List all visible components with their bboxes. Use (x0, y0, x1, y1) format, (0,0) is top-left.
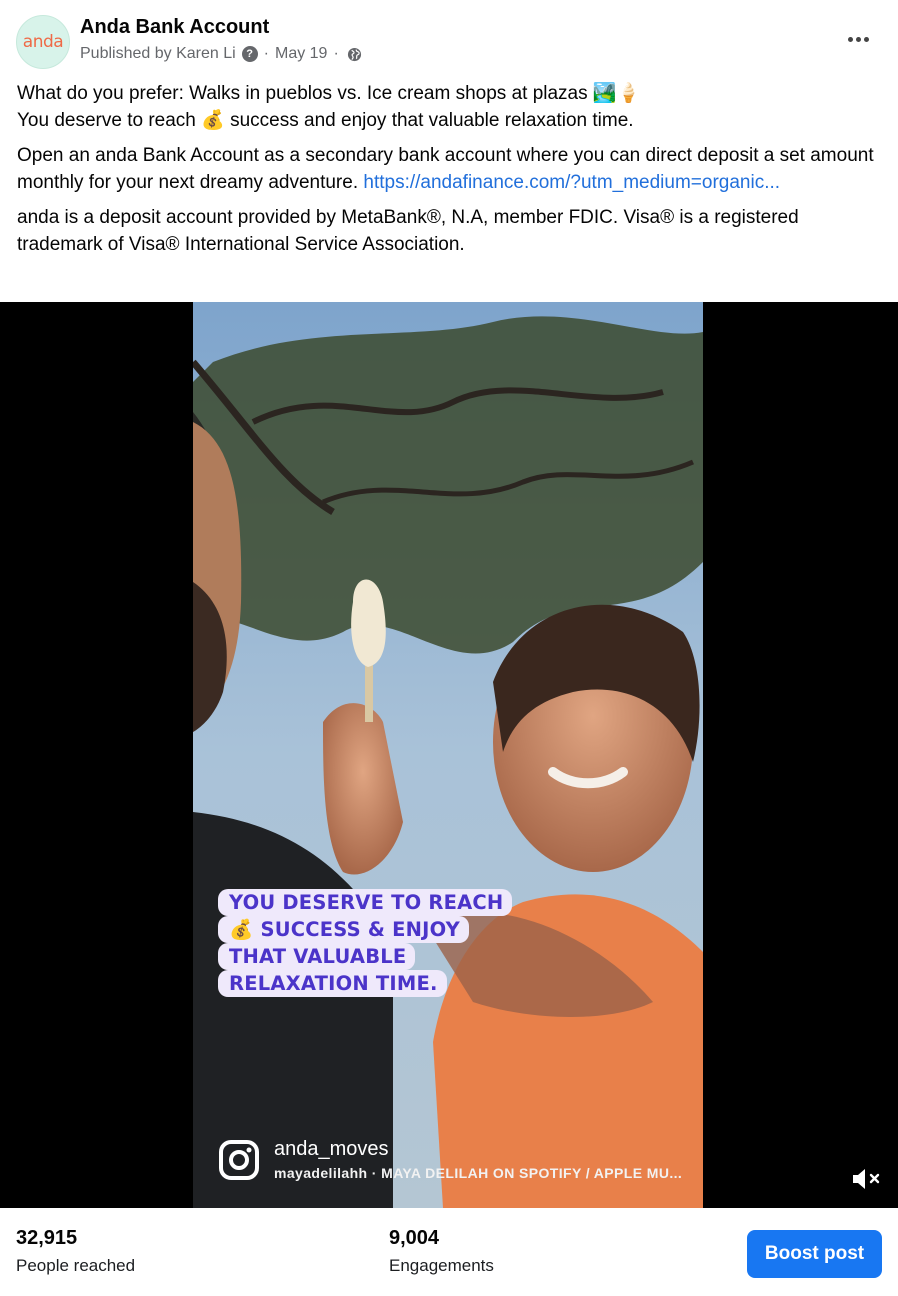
video-frame[interactable]: YOU DESERVE TO REACH 💰 SUCCESS & ENJOY T… (193, 302, 703, 1208)
music-credit: mayadelilahh · MAYA DELILAH ON SPOTIFY /… (274, 1165, 683, 1181)
video-player[interactable]: YOU DESERVE TO REACH 💰 SUCCESS & ENJOY T… (0, 302, 898, 1208)
more-horizontal-icon (847, 36, 853, 42)
post-meta: Published by Karen Li ? · May 19 · (80, 45, 362, 63)
engagements-stat[interactable]: 9,004 Engagements (389, 1227, 494, 1276)
caption-line: RELAXATION TIME. (218, 970, 447, 997)
post-insights-bar: 32,915 People reached 9,004 Engagements … (0, 1208, 898, 1296)
engagements-value: 9,004 (389, 1227, 440, 1249)
caption-line: YOU DESERVE TO REACH (218, 889, 513, 916)
published-by-text: Published by Karen Li (80, 45, 236, 62)
people-reached-stat[interactable]: 32,915 People reached (16, 1227, 135, 1276)
video-caption-bubble: YOU DESERVE TO REACH 💰 SUCCESS & ENJOY T… (218, 889, 513, 997)
people-reached-label: People reached (16, 1256, 136, 1275)
instagram-handle: anda_moves (274, 1138, 389, 1160)
caption-line: 💰 SUCCESS & ENJOY (218, 916, 469, 943)
avatar-logo-text: anda (22, 32, 64, 52)
post-message: What do you prefer: Walks in pueblos vs.… (17, 80, 883, 258)
post-date-link[interactable]: May 19 (275, 45, 327, 63)
post-link[interactable]: https://andafinance.com/?utm_medium=orga… (363, 172, 780, 193)
post-paragraph-3: anda is a deposit account provided by Me… (17, 207, 799, 255)
money-bag-emoji: 💰 (201, 110, 225, 131)
globe-icon[interactable] (347, 47, 362, 62)
post-header: anda Anda Bank Account Published by Kare… (0, 0, 898, 80)
muted-speaker-icon (853, 1169, 880, 1189)
boost-post-button[interactable]: Boost post (747, 1230, 882, 1278)
post-line-2: You deserve to reach 💰 success and enjoy… (17, 110, 634, 131)
page-avatar[interactable]: anda (16, 15, 70, 69)
page-name-link[interactable]: Anda Bank Account (80, 16, 269, 39)
post-paragraph-2: Open an anda Bank Account as a secondary… (17, 145, 874, 193)
meta-separator: · (263, 45, 269, 62)
instagram-icon (219, 1139, 259, 1180)
meta-separator: · (333, 45, 339, 62)
caption-line: THAT VALUABLE (218, 943, 416, 970)
unmute-button[interactable] (850, 1165, 882, 1193)
help-icon[interactable]: ? (241, 46, 258, 62)
more-options-button[interactable] (842, 27, 874, 51)
instagram-watermark: anda_moves mayadelilahh · MAYA DELILAH O… (218, 1138, 682, 1181)
people-reached-value: 32,915 (16, 1227, 78, 1249)
post-line-1: What do you prefer: Walks in pueblos vs.… (17, 83, 641, 104)
engagements-label: Engagements (389, 1256, 494, 1275)
video-still-image (193, 302, 703, 1208)
